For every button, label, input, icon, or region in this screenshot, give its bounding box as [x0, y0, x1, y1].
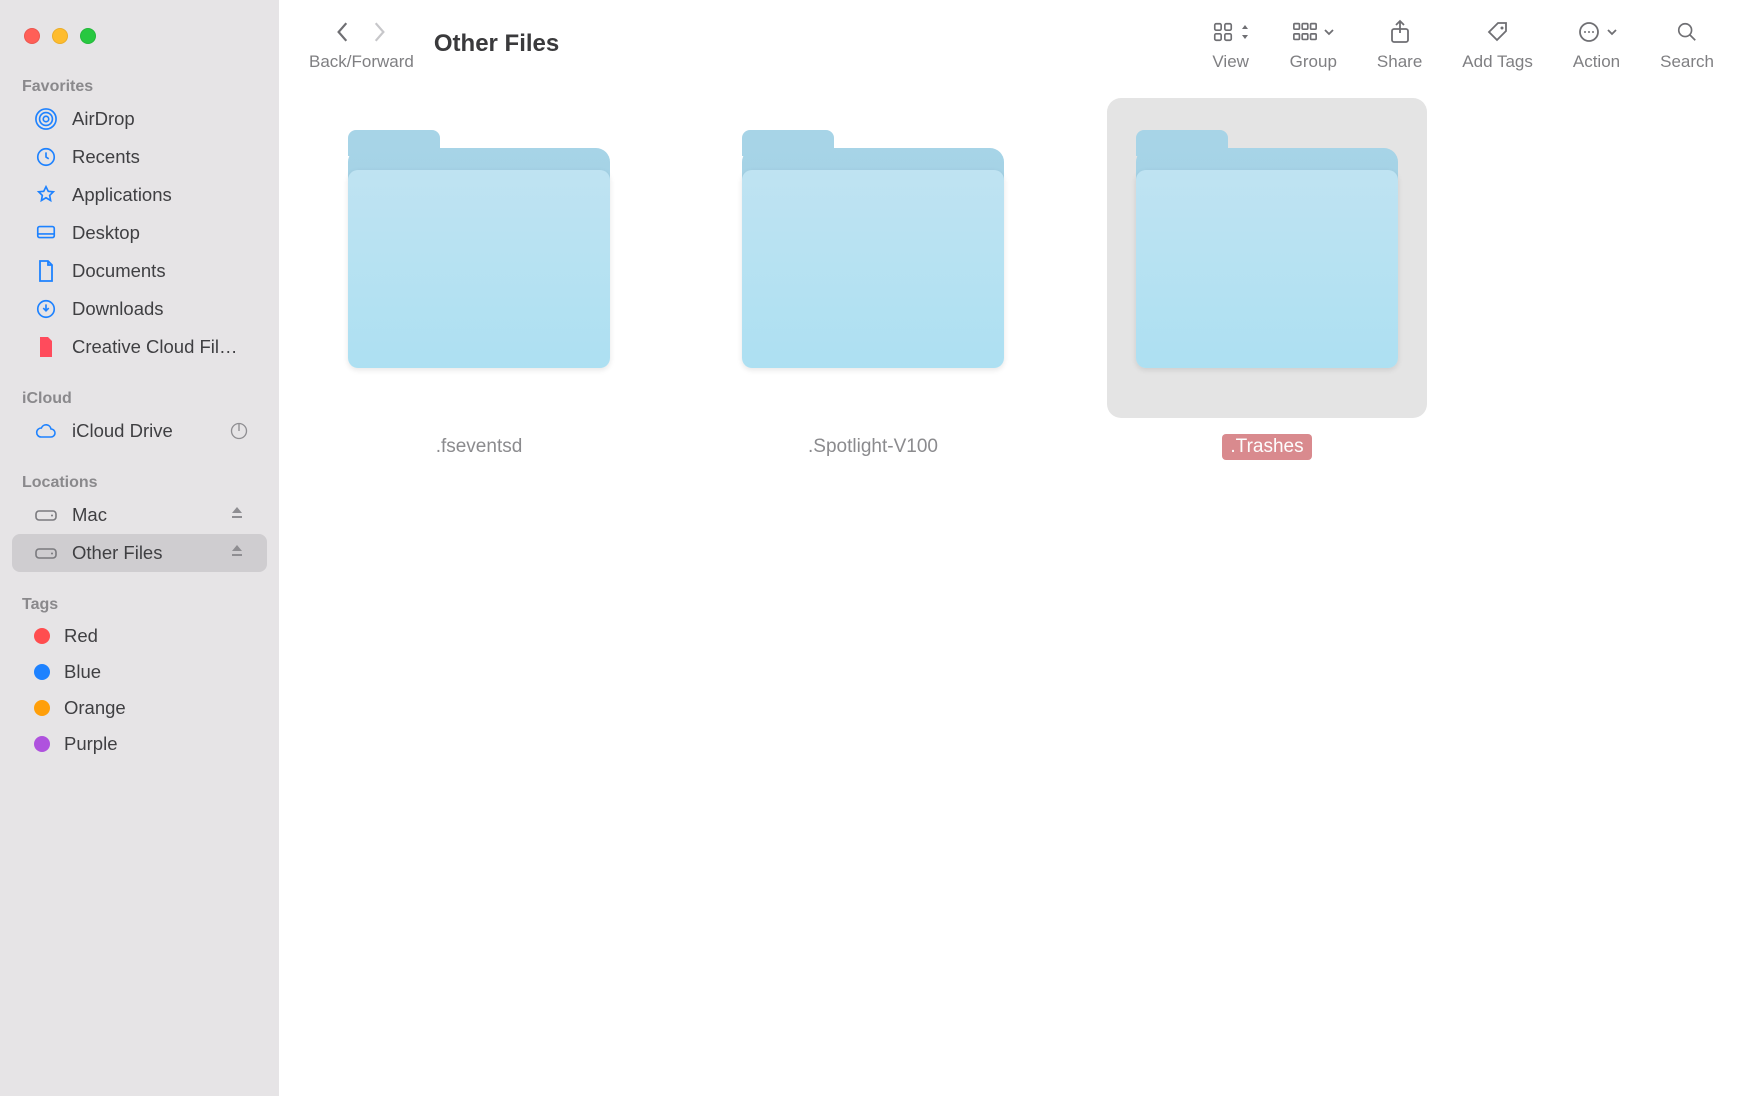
folder-thumb: [713, 98, 1033, 418]
search-button[interactable]: Search: [1660, 18, 1714, 72]
main-content: Back/Forward Other Files View: [279, 0, 1744, 1096]
file-icon: [34, 335, 58, 359]
drive-icon: [34, 503, 58, 527]
sidebar-item-label: Downloads: [72, 298, 249, 320]
sidebar-item-desktop[interactable]: Desktop: [12, 214, 267, 252]
folder-thumb: [319, 98, 639, 418]
sidebar-item-mac[interactable]: Mac: [12, 496, 267, 534]
toolbar-button-label: Group: [1290, 52, 1337, 72]
eject-icon[interactable]: [229, 543, 249, 563]
zoom-window-button[interactable]: [80, 28, 96, 44]
sidebar-item-label: AirDrop: [72, 108, 249, 130]
folder-item[interactable]: .fseventsd: [319, 98, 639, 460]
tag-dot-icon: [34, 700, 50, 716]
folder-icon: [1136, 148, 1398, 368]
section-header-icloud: iCloud: [0, 384, 279, 412]
sidebar-item-label: Purple: [64, 733, 249, 755]
window-controls: [0, 28, 279, 44]
tag-dot-icon: [34, 628, 50, 644]
sidebar-item-tag-red[interactable]: Red: [12, 618, 267, 654]
download-icon: [34, 297, 58, 321]
sidebar-item-label: Other Files: [72, 542, 215, 564]
document-icon: [34, 259, 58, 283]
chevron-down-icon: [1324, 27, 1334, 37]
sidebar-item-label: Blue: [64, 661, 249, 683]
toolbar-button-label: View: [1212, 52, 1249, 72]
sidebar-item-label: Orange: [64, 697, 249, 719]
clock-icon: [34, 145, 58, 169]
close-window-button[interactable]: [24, 28, 40, 44]
progress-icon: [229, 421, 249, 441]
grid-view-icon: [1212, 21, 1234, 43]
drive-icon: [34, 541, 58, 565]
forward-button[interactable]: [370, 21, 388, 43]
item-grid: .fseventsd .Spotlight-V100 .Trashes: [319, 98, 1704, 460]
section-header-locations: Locations: [0, 468, 279, 496]
sidebar-item-tag-orange[interactable]: Orange: [12, 690, 267, 726]
folder-label: .Spotlight-V100: [800, 434, 946, 460]
folder-thumb: [1107, 98, 1427, 418]
minimize-window-button[interactable]: [52, 28, 68, 44]
sidebar-item-label: Documents: [72, 260, 249, 282]
section-header-tags: Tags: [0, 590, 279, 618]
applications-icon: [34, 183, 58, 207]
folder-item[interactable]: .Spotlight-V100: [713, 98, 1033, 460]
sidebar-item-label: Desktop: [72, 222, 249, 244]
sidebar-item-applications[interactable]: Applications: [12, 176, 267, 214]
folder-icon: [348, 148, 610, 368]
folder-item[interactable]: .Trashes: [1107, 98, 1427, 460]
sidebar-item-icloud-drive[interactable]: iCloud Drive: [12, 412, 267, 450]
stepper-icon: [1240, 22, 1250, 42]
toolbar-button-label: Share: [1377, 52, 1422, 72]
tag-icon: [1486, 20, 1510, 44]
cloud-icon: [34, 419, 58, 443]
sidebar-item-label: Red: [64, 625, 249, 647]
share-button[interactable]: Share: [1377, 18, 1422, 72]
share-icon: [1389, 19, 1411, 45]
sidebar: Favorites AirDrop Recents Applications D…: [0, 0, 279, 1096]
sidebar-item-tag-purple[interactable]: Purple: [12, 726, 267, 762]
eject-icon[interactable]: [229, 505, 249, 525]
folder-label: .fseventsd: [428, 434, 531, 460]
group-icon: [1292, 21, 1318, 43]
search-icon: [1676, 21, 1698, 43]
sidebar-item-recents[interactable]: Recents: [12, 138, 267, 176]
action-icon: [1577, 20, 1601, 44]
chevron-down-icon: [1607, 27, 1617, 37]
action-button[interactable]: Action: [1573, 18, 1620, 72]
sidebar-item-label: Creative Cloud Fil…: [72, 336, 249, 358]
sidebar-item-label: Mac: [72, 504, 215, 526]
folder-label: .Trashes: [1222, 434, 1311, 460]
nav-block: Back/Forward: [309, 18, 414, 72]
tag-dot-icon: [34, 736, 50, 752]
nav-label: Back/Forward: [309, 52, 414, 72]
page-title: Other Files: [434, 30, 559, 58]
toolbar-button-label: Action: [1573, 52, 1620, 72]
sidebar-item-documents[interactable]: Documents: [12, 252, 267, 290]
toolbar-button-label: Add Tags: [1462, 52, 1533, 72]
sidebar-item-tag-blue[interactable]: Blue: [12, 654, 267, 690]
toolbar: Back/Forward Other Files View: [279, 0, 1744, 82]
group-button[interactable]: Group: [1290, 18, 1337, 72]
sidebar-item-label: Applications: [72, 184, 249, 206]
view-button[interactable]: View: [1212, 18, 1250, 72]
sidebar-item-creative-cloud[interactable]: Creative Cloud Fil…: [12, 328, 267, 366]
sidebar-item-airdrop[interactable]: AirDrop: [12, 100, 267, 138]
add-tags-button[interactable]: Add Tags: [1462, 18, 1533, 72]
sidebar-item-other-files[interactable]: Other Files: [12, 534, 267, 572]
tag-dot-icon: [34, 664, 50, 680]
sidebar-item-label: iCloud Drive: [72, 420, 215, 442]
airdrop-icon: [34, 107, 58, 131]
sidebar-item-downloads[interactable]: Downloads: [12, 290, 267, 328]
sidebar-item-label: Recents: [72, 146, 249, 168]
folder-icon: [742, 148, 1004, 368]
back-button[interactable]: [334, 21, 352, 43]
toolbar-button-label: Search: [1660, 52, 1714, 72]
content-area[interactable]: .fseventsd .Spotlight-V100 .Trashes: [279, 82, 1744, 1096]
section-header-favorites: Favorites: [0, 72, 279, 100]
desktop-icon: [34, 221, 58, 245]
